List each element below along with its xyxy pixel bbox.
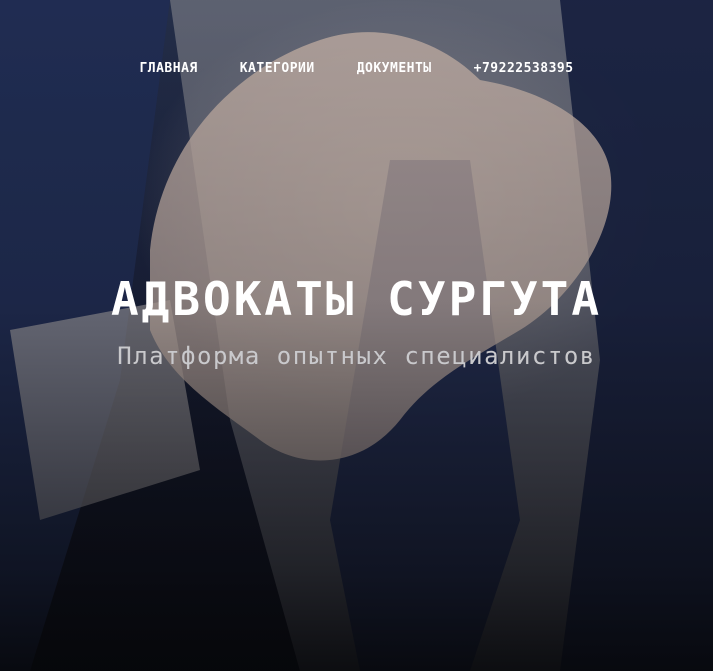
hero-subtitle: Платформа опытных специалистов	[117, 342, 596, 370]
nav-item-documents[interactable]: ДОКУМЕНТЫ	[357, 61, 432, 76]
nav-item-phone[interactable]: +79222538395	[474, 61, 574, 76]
nav-item-home[interactable]: ГЛАВНАЯ	[139, 61, 197, 76]
hero-title: АДВОКАТЫ СУРГУТА	[110, 272, 603, 326]
nav-item-categories[interactable]: КАТЕГОРИИ	[240, 61, 315, 76]
dark-overlay	[0, 0, 713, 671]
hero-section: ГЛАВНАЯ КАТЕГОРИИ ДОКУМЕНТЫ +79222538395…	[0, 0, 713, 671]
main-navigation: ГЛАВНАЯ КАТЕГОРИИ ДОКУМЕНТЫ +79222538395	[0, 61, 713, 76]
